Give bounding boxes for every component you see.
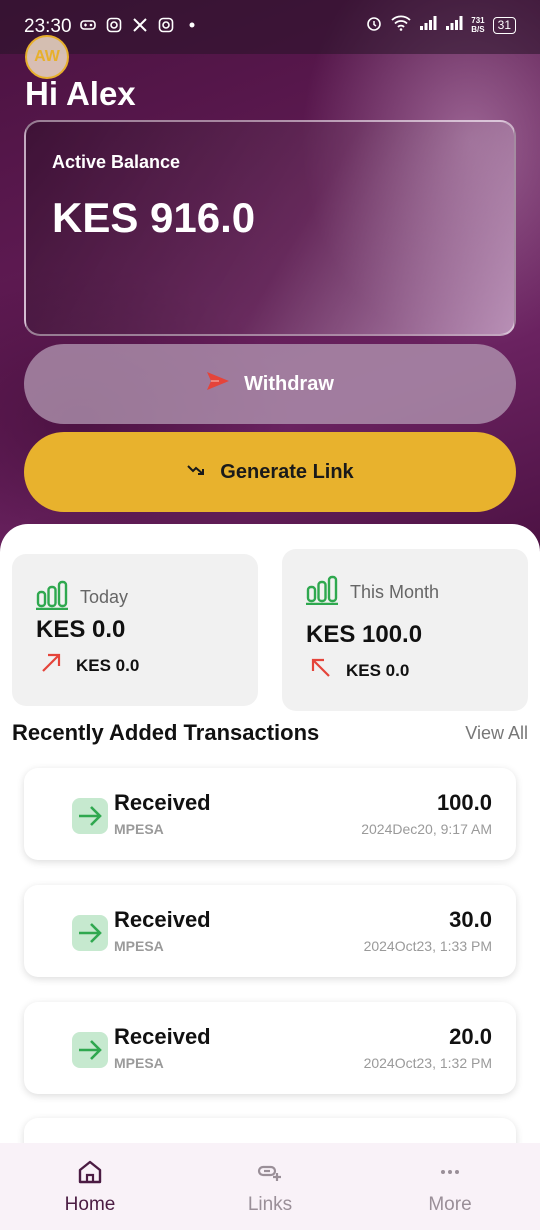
dot-icon bbox=[184, 17, 200, 38]
arrow-right-icon bbox=[72, 1032, 108, 1068]
transaction-method: MPESA bbox=[114, 1055, 164, 1071]
net-speed-unit: B/S bbox=[471, 25, 485, 34]
transaction-amount: 100.0 bbox=[436, 790, 492, 815]
alarm-icon bbox=[365, 14, 383, 36]
bar-chart-icon bbox=[36, 580, 68, 615]
balance-value: KES 916.0 bbox=[52, 194, 256, 241]
stat-value: KES 0.0 bbox=[36, 616, 126, 643]
more-dots-icon bbox=[437, 1159, 463, 1190]
send-icon bbox=[206, 371, 230, 397]
greeting: Hi Alex bbox=[25, 75, 136, 112]
nav-home-label: Home bbox=[64, 1194, 116, 1215]
stat-title: This Month bbox=[350, 582, 440, 602]
net-speed: 731 B/S bbox=[471, 16, 484, 34]
transaction-date: 2024Dec20, 9:17 AM bbox=[361, 821, 492, 837]
wifi-icon bbox=[391, 15, 411, 35]
battery-indicator: 31 bbox=[492, 16, 516, 34]
balance-label: Active Balance bbox=[52, 152, 181, 172]
section-title: Recently Added Transactions bbox=[12, 720, 320, 745]
stat-change-value: KES 0.0 bbox=[346, 660, 410, 680]
link-add-icon bbox=[257, 1159, 283, 1190]
avatar[interactable]: AW bbox=[25, 35, 69, 79]
arrow-up-right-icon bbox=[40, 652, 62, 679]
stat-change-value: KES 0.0 bbox=[76, 655, 140, 675]
generate-link-label: Generate Link bbox=[220, 460, 354, 483]
transaction-card[interactable]: Received MPESA 100.0 2024Dec20, 9:17 AM bbox=[24, 768, 516, 860]
stat-head: This Month bbox=[306, 575, 439, 610]
stat-change: KES 0.0 bbox=[310, 657, 409, 684]
stat-change: KES 0.0 bbox=[40, 652, 139, 679]
withdraw-button[interactable]: Withdraw bbox=[24, 344, 516, 424]
nav-more-label: More bbox=[428, 1194, 472, 1215]
transaction-method: MPESA bbox=[114, 938, 164, 954]
game-icon bbox=[80, 17, 96, 38]
stat-head: Today bbox=[36, 580, 128, 615]
bar-chart-icon bbox=[306, 575, 338, 610]
nav-links[interactable]: Links bbox=[180, 1143, 360, 1230]
arrow-up-left-icon bbox=[310, 657, 332, 684]
arrow-right-icon bbox=[72, 798, 108, 834]
balance-card: Active Balance KES 916.0 bbox=[24, 120, 516, 336]
transaction-amount: 30.0 bbox=[449, 907, 492, 932]
bottom-nav: Home Links More bbox=[0, 1143, 540, 1230]
transaction-card[interactable]: Received MPESA 20.0 2024Oct23, 1:32 PM bbox=[24, 1002, 516, 1094]
transaction-date: 2024Oct23, 1:33 PM bbox=[363, 938, 492, 954]
signal-icon bbox=[419, 15, 437, 35]
transaction-date: 2024Oct23, 1:32 PM bbox=[363, 1055, 492, 1071]
x-icon bbox=[132, 17, 148, 38]
transaction-type: Received bbox=[114, 790, 211, 815]
notification-icons bbox=[80, 17, 200, 38]
view-all-link[interactable]: View All bbox=[465, 723, 528, 744]
status-bar: 23:30 731 B/S 31 bbox=[0, 0, 540, 54]
generate-link-button[interactable]: Generate Link bbox=[24, 432, 516, 512]
transaction-type: Received bbox=[114, 907, 211, 932]
transaction-card[interactable]: Received MPESA 30.0 2024Oct23, 1:33 PM bbox=[24, 885, 516, 977]
instagram-icon bbox=[106, 17, 122, 38]
nav-links-label: Links bbox=[247, 1194, 293, 1215]
withdraw-label: Withdraw bbox=[244, 372, 334, 395]
trend-arrow-icon bbox=[186, 461, 206, 484]
stat-title: Today bbox=[80, 587, 129, 607]
transaction-type: Received bbox=[114, 1024, 211, 1049]
home-icon bbox=[77, 1159, 103, 1190]
stat-card-today: Today KES 0.0 KES 0.0 bbox=[12, 554, 258, 706]
arrow-right-icon bbox=[72, 915, 108, 951]
transaction-amount: 20.0 bbox=[449, 1024, 492, 1049]
net-speed-value: 731 bbox=[471, 16, 485, 25]
stat-card-month: This Month KES 100.0 KES 0.0 bbox=[282, 549, 528, 711]
signal-icon bbox=[445, 15, 463, 35]
transaction-method: MPESA bbox=[114, 821, 164, 837]
instagram-icon bbox=[158, 17, 174, 38]
nav-more[interactable]: More bbox=[360, 1143, 540, 1230]
nav-home[interactable]: Home bbox=[0, 1143, 180, 1230]
system-icons: 731 B/S 31 bbox=[365, 14, 516, 36]
stat-value: KES 100.0 bbox=[306, 621, 423, 648]
